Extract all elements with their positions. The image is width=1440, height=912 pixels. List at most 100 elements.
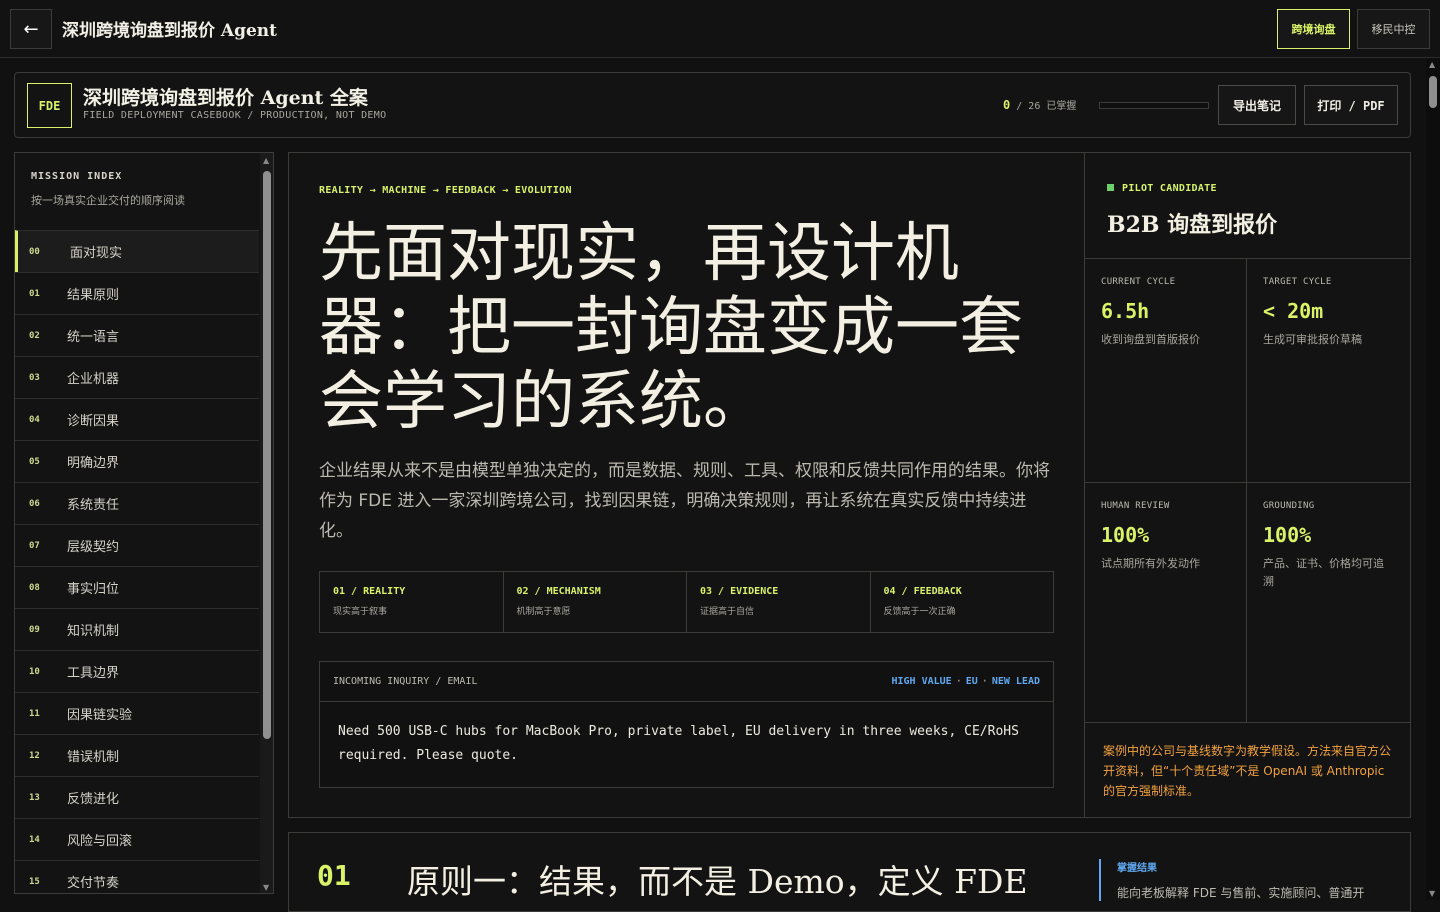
casebook-title: 深圳跨境询盘到报价 Agent 全案: [83, 87, 368, 109]
step-title: 02 / MECHANISM: [516, 586, 601, 597]
tag-eu: EU: [965, 676, 978, 687]
metric-card: HUMAN REVIEW 100% 试点期所有外发动作: [1085, 483, 1247, 723]
pilot-card: PILOT CANDIDATE B2B 询盘到报价 CURRENT CYCLE 6…: [1084, 152, 1411, 818]
sidebar-item-label: 企业机器: [67, 372, 120, 387]
sidebar-item-11[interactable]: 11 因果链实验: [15, 692, 259, 734]
progress-text: 0 / 26 已掌握: [1003, 97, 1076, 112]
page-scrollbar[interactable]: ▲ ▼: [1426, 58, 1440, 900]
pilot-metrics: CURRENT CYCLE 6.5h 收到询盘到首版报价 TARGET CYCLE < …: [1085, 259, 1410, 723]
tag-new-lead: NEW LEAD: [991, 676, 1040, 687]
section-principle-1: 01 原则一：结果，而不是 Demo，定义 FDE 掌握结果 能向老板解释 FD…: [288, 832, 1411, 912]
print-pdf-button[interactable]: 打印 / PDF: [1304, 85, 1398, 125]
principle-step: 03 / EVIDENCE 证据高于自信: [687, 572, 871, 632]
page-scroll-thumb[interactable]: [1429, 76, 1437, 108]
sidebar-item-label: 风险与回滚: [67, 834, 133, 849]
hero-headline: 先面对现实，再设计机器：把一封询盘变成一套会学习的系统。: [319, 217, 1023, 439]
sidebar-item-label: 层级契约: [67, 540, 120, 555]
sidebar-item-03[interactable]: 03 企业机器: [15, 356, 259, 398]
sidebar-item-label: 统一语言: [67, 330, 120, 345]
sidebar-item-label: 事实归位: [67, 582, 120, 597]
principle-step: 02 / MECHANISM 机制高于意愿: [504, 572, 687, 632]
principle-step: 01 / REALITY 现实高于叙事: [320, 572, 504, 632]
hero-card: REALITY → MACHINE → FEEDBACK → EVOLUTION…: [288, 152, 1085, 818]
status-square-icon: [1107, 184, 1114, 191]
step-title: 03 / EVIDENCE: [700, 586, 779, 597]
sidebar-item-00[interactable]: 00 面对现实: [15, 230, 259, 272]
sidebar-scroll-down-icon[interactable]: ▼: [263, 883, 269, 892]
step-subtitle: 证据高于自信: [700, 607, 755, 617]
metric-label: CURRENT CYCLE: [1101, 277, 1176, 287]
arrow-left-icon: ←: [23, 18, 39, 40]
section-outcome: 掌握结果 能向老板解释 FDE 与售前、实施顾问、普通开: [1099, 859, 1364, 901]
sidebar-item-08[interactable]: 08 事实归位: [15, 566, 259, 608]
nav-immigration-console[interactable]: 移民中控: [1357, 9, 1430, 49]
tag-high-value: HIGH VALUE: [891, 676, 952, 687]
scroll-down-icon[interactable]: ▼: [1429, 889, 1435, 898]
sidebar-scrollbar[interactable]: ▲ ▼: [260, 153, 273, 893]
sidebar-item-12[interactable]: 12 错误机制: [15, 734, 259, 776]
sidebar-item-number: 06: [29, 498, 40, 509]
inquiry-tags: HIGH VALUE · EU · NEW LEAD: [891, 676, 1041, 687]
casebook-subtitle: FIELD DEPLOYMENT CASEBOOK / PRODUCTION, …: [83, 110, 387, 121]
nav-cross-border-inquiry[interactable]: 跨境询盘: [1277, 9, 1350, 49]
sidebar-item-04[interactable]: 04 诊断因果: [15, 398, 259, 440]
mission-index-sidebar: MISSION INDEX 按一场真实企业交付的顺序阅读 00 面对现实 01 结果原…: [14, 152, 274, 894]
step-title: 01 / REALITY: [333, 586, 406, 597]
sidebar-item-label: 知识机制: [67, 624, 120, 639]
sidebar-item-label: 面对现实: [70, 246, 123, 261]
sidebar-item-label: 反馈进化: [67, 792, 120, 807]
sidebar-item-label: 因果链实验: [67, 708, 133, 723]
sidebar-scroll-up-icon[interactable]: ▲: [263, 156, 269, 165]
export-notes-button[interactable]: 导出笔记: [1218, 85, 1296, 125]
inquiry-label: INCOMING INQUIRY / EMAIL: [333, 676, 478, 687]
sidebar-item-01[interactable]: 01 结果原则: [15, 272, 259, 314]
metric-description: 试点期所有外发动作: [1101, 557, 1200, 570]
sidebar-item-label: 结果原则: [67, 288, 120, 303]
sidebar-item-05[interactable]: 05 明确边界: [15, 440, 259, 482]
scroll-up-icon[interactable]: ▲: [1429, 60, 1435, 69]
hero-lead: 企业结果从来不是由模型单独决定的，而是数据、规则、工具、权限和反馈共同作用的结果…: [319, 461, 1050, 541]
metric-label: TARGET CYCLE: [1263, 277, 1332, 287]
outcome-title: 掌握结果: [1117, 863, 1157, 874]
metric-value: 6.5h: [1101, 299, 1150, 323]
sidebar-item-09[interactable]: 09 知识机制: [15, 608, 259, 650]
metric-label: GROUNDING: [1263, 501, 1315, 511]
metric-value: 100%: [1263, 523, 1312, 547]
disclaimer: 案例中的公司与基线数字为教学假设。方法来自官方公开资料，但“十个责任域”不是 O…: [1103, 744, 1392, 798]
app-title: 深圳跨境询盘到报价 Agent: [62, 21, 278, 41]
sidebar-item-13[interactable]: 13 反馈进化: [15, 776, 259, 818]
sidebar-item-06[interactable]: 06 系统责任: [15, 482, 259, 524]
progress-total: / 26 已掌握: [1016, 101, 1077, 112]
sidebar-item-number: 03: [29, 372, 40, 383]
outcome-text: 能向老板解释 FDE 与售前、实施顾问、普通开: [1117, 886, 1365, 900]
principle-steps: 01 / REALITY 现实高于叙事 02 / MECHANISM 机制高于意愿 03…: [319, 571, 1054, 633]
progress-bar: [1099, 102, 1209, 109]
metric-card: TARGET CYCLE < 20m 生成可审批报价草稿: [1247, 259, 1410, 483]
sidebar-item-15[interactable]: 15 交付节奏: [15, 860, 259, 893]
metric-description: 生成可审批报价草稿: [1263, 333, 1362, 346]
sidebar-item-label: 工具边界: [67, 666, 120, 681]
section-number: 01: [317, 859, 351, 892]
sidebar-item-label: 交付节奏: [67, 876, 120, 891]
casebook-header: FDE 深圳跨境询盘到报价 Agent 全案 FIELD DEPLOYMENT …: [14, 72, 1411, 138]
sidebar-item-number: 01: [29, 288, 40, 299]
sidebar-item-10[interactable]: 10 工具边界: [15, 650, 259, 692]
pilot-title: B2B 询盘到报价: [1107, 212, 1278, 238]
back-button[interactable]: ←: [10, 9, 52, 49]
sidebar-subtitle: 按一场真实企业交付的顺序阅读: [31, 194, 185, 207]
sidebar-item-14[interactable]: 14 风险与回滚: [15, 818, 259, 860]
sidebar-item-label: 诊断因果: [67, 414, 120, 429]
sidebar-item-number: 09: [29, 624, 40, 635]
sidebar-item-label: 错误机制: [67, 750, 120, 765]
sidebar-item-07[interactable]: 07 层级契约: [15, 524, 259, 566]
progress-done: 0: [1003, 98, 1011, 112]
metric-value: < 20m: [1263, 299, 1324, 323]
step-title: 04 / FEEDBACK: [883, 586, 962, 597]
sidebar-scroll-thumb[interactable]: [263, 171, 271, 739]
step-subtitle: 现实高于叙事: [333, 607, 388, 617]
metric-card: CURRENT CYCLE 6.5h 收到询盘到首版报价: [1085, 259, 1247, 483]
sidebar-item-label: 明确边界: [67, 456, 120, 471]
sidebar-item-number: 07: [29, 540, 40, 551]
section-title: 原则一：结果，而不是 Demo，定义 FDE: [407, 862, 1028, 901]
sidebar-item-02[interactable]: 02 统一语言: [15, 314, 259, 356]
